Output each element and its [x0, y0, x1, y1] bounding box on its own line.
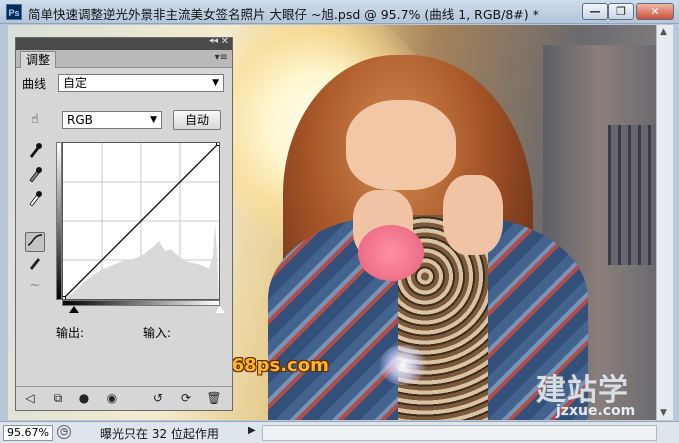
pink-flower-bracelet [358, 225, 424, 281]
window-title: 简单快速调整逆光外景非主流美女签名照片 大眼仔 ~旭.psd @ 95.7% (… [28, 7, 539, 22]
on-image-adjust-icon[interactable]: ☝ [25, 110, 45, 130]
model-face [346, 100, 456, 190]
status-menu-arrow-icon[interactable]: ▶ [248, 425, 256, 436]
curve-graph-svg[interactable] [60, 140, 222, 302]
smooth-curve-icon[interactable]: ~ [25, 276, 45, 296]
white-point-slider[interactable] [215, 306, 225, 313]
adjustments-panel: ◂◂ ✕ 调整 ▾≡ 曲线 自定 ▼ ☝ RGB ▼ 自动 ~ 输出: 输入: … [15, 36, 233, 411]
edit-points-curve-icon[interactable] [25, 232, 45, 252]
scroll-down-icon[interactable]: ▼ [660, 408, 667, 418]
channel-value: RGB [67, 113, 93, 127]
output-label: 输出: [56, 326, 85, 340]
minimize-button[interactable]: — [582, 3, 608, 20]
logo-url-watermark: jzxue.com [556, 403, 636, 419]
panel-footer: ◁ ⧉ ● ◉ ↺ ⟳ 🗑 [16, 386, 232, 410]
collapse-panel-icon[interactable]: ◂◂ [209, 36, 218, 46]
previous-state-icon[interactable]: ↺ [150, 390, 166, 406]
gray-point-eyedropper-icon[interactable] [25, 166, 45, 186]
barred-window [608, 125, 656, 265]
close-button[interactable]: ✕ [636, 3, 674, 20]
curves-label: 曲线 [22, 77, 47, 91]
expand-view-icon[interactable]: ⧉ [50, 390, 66, 406]
pencil-draw-icon[interactable] [25, 256, 45, 276]
right-hand [443, 175, 503, 255]
black-point-slider[interactable] [69, 306, 79, 313]
tab-adjustments[interactable]: 调整 [20, 51, 57, 68]
vertical-scrollbar[interactable]: ▲ ▼ [656, 25, 673, 420]
photoshop-app-icon[interactable]: Ps [6, 4, 22, 20]
white-point-eyedropper-icon[interactable] [25, 190, 45, 210]
panel-menu-icon[interactable]: ▾≡ [215, 52, 228, 63]
status-info-icon[interactable]: ◷ [57, 425, 71, 439]
horizontal-scrollbar[interactable] [262, 425, 657, 441]
preset-dropdown[interactable]: 自定 ▼ [58, 74, 224, 92]
reset-icon[interactable]: ⟳ [178, 390, 194, 406]
channel-dropdown[interactable]: RGB ▼ [62, 111, 162, 129]
input-label: 输入: [143, 326, 172, 340]
curve-control-point[interactable] [216, 140, 222, 146]
chevron-down-icon: ▼ [150, 115, 157, 125]
curve-graph[interactable] [60, 140, 222, 302]
lens-flare [378, 345, 428, 385]
panel-header[interactable]: ◂◂ ✕ [16, 36, 232, 50]
curve-control-point[interactable] [60, 296, 66, 302]
auto-button[interactable]: 自动 [173, 110, 221, 130]
trash-icon[interactable]: 🗑 [206, 390, 222, 406]
preset-value: 自定 [63, 76, 88, 90]
input-gradient-bar [62, 300, 220, 306]
status-bar: 95.67% ◷ 曝光只在 32 位起作用 ▶ [0, 421, 679, 443]
eye-icon[interactable]: ◉ [104, 390, 120, 406]
close-panel-icon[interactable]: ✕ [221, 36, 229, 47]
scroll-up-icon[interactable]: ▲ [660, 27, 667, 37]
zoom-field[interactable]: 95.67% [3, 425, 53, 441]
back-arrow-icon[interactable]: ◁ [22, 390, 38, 406]
black-point-eyedropper-icon[interactable] [25, 142, 45, 162]
chevron-down-icon: ▼ [212, 78, 219, 88]
clip-layer-icon[interactable]: ● [76, 390, 92, 406]
restore-button[interactable]: ❐ [608, 3, 634, 20]
title-bar: Ps 简单快速调整逆光外景非主流美女签名照片 大眼仔 ~旭.psd @ 95.7… [0, 0, 679, 24]
status-message: 曝光只在 32 位起作用 [100, 427, 219, 441]
panel-tab-row: 调整 ▾≡ [16, 50, 232, 68]
